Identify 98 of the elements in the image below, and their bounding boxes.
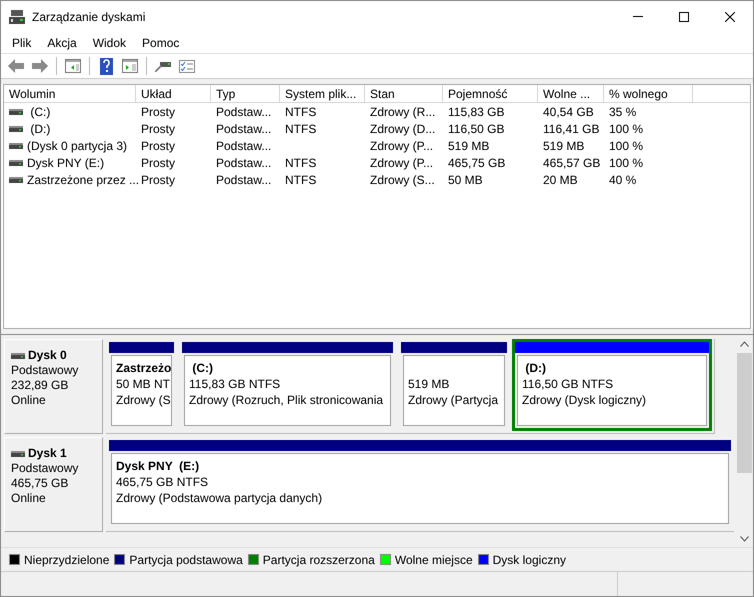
table-cell-text: Dysk PNY (E:) — [27, 154, 104, 172]
back-arrow-icon — [8, 59, 24, 73]
table-cell-text: 115,83 GB — [448, 104, 504, 120]
table-cell-text: Zdrowy (P... — [370, 154, 434, 172]
partition-size: 519 MB — [408, 376, 450, 392]
drive-icon — [9, 160, 23, 166]
drive-plug-icon — [155, 60, 171, 72]
column-header[interactable]: Typ — [211, 85, 280, 103]
table-cell-text: 40 % — [609, 172, 636, 188]
disk-size: 232,89 GB — [11, 378, 70, 393]
close-icon — [725, 12, 735, 22]
table-cell-text: Prosty — [141, 120, 176, 138]
menu-item[interactable]: Widok — [84, 32, 134, 54]
menu-item[interactable]: Pomoc — [134, 32, 188, 54]
column-header[interactable]: Pojemność — [443, 85, 538, 103]
drive-icon — [11, 450, 25, 456]
column-header[interactable]: System plik... — [280, 85, 365, 103]
table-cell-text: 116,50 GB — [448, 120, 504, 138]
table-cell-text: 100 % — [609, 154, 644, 172]
scroll-up-icon[interactable] — [740, 341, 749, 347]
table-cell-text: Zdrowy (D... — [370, 120, 436, 138]
table-cell-text: Zdrowy (R... — [370, 104, 436, 120]
partition-status: Zdrowy (Rozruch, Plik stronicowania — [189, 392, 384, 408]
forward-arrow-icon — [32, 59, 48, 73]
table-cell-text: NTFS — [285, 120, 316, 138]
scrollbar-thumb[interactable] — [737, 353, 752, 473]
table-cell-text: NTFS — [285, 104, 316, 120]
column-header[interactable]: Układ — [136, 85, 211, 103]
window-panel-icon — [65, 59, 81, 73]
window-title: Zarządzanie dyskami — [32, 8, 146, 26]
table-cell-text: NTFS — [285, 172, 316, 188]
menu-item[interactable]: Plik — [4, 32, 40, 54]
partition-status: Zdrowy (Podstawowa partycja danych) — [116, 490, 324, 506]
table-cell-text: 100 % — [609, 120, 644, 138]
drive-icon — [9, 176, 23, 182]
table-cell-text: 100 % — [609, 138, 644, 154]
legend-label: Partycja podstawowa — [129, 552, 243, 568]
legend-label: Nieprzydzielone — [24, 552, 110, 568]
table-cell-text: Podstaw... — [216, 172, 272, 188]
legend-label: Dysk logiczny — [492, 552, 566, 568]
partition-size: 115,83 GB NTFS — [189, 376, 282, 392]
partition-label: (C:) — [191, 360, 214, 376]
disk-status: Online — [11, 393, 47, 408]
table-cell-text: 20 MB — [543, 172, 578, 188]
help-icon — [100, 58, 112, 74]
drive-icon — [9, 126, 23, 132]
disk-drive-icon — [9, 10, 25, 24]
legend-label: Wolne miejsce — [394, 552, 473, 568]
table-cell-text: Podstaw... — [216, 120, 272, 138]
table-cell-text: Prosty — [141, 104, 176, 120]
disk-type: Podstawowy — [11, 461, 80, 476]
maximize-icon — [679, 12, 689, 22]
table-cell-text: 35 % — [609, 104, 636, 120]
table-cell-text: (Dysk 0 partycja 3) — [27, 138, 128, 154]
table-cell-text: Prosty — [141, 138, 176, 154]
table-cell-text: 116,41 GB — [543, 120, 600, 138]
table-cell-text: Prosty — [141, 172, 176, 188]
column-header[interactable]: Stan — [365, 85, 443, 103]
table-cell-text: NTFS — [285, 154, 316, 172]
table-cell-text: 50 MB — [448, 172, 483, 188]
disk-status: Online — [11, 491, 47, 506]
partition-block[interactable]: (D:) 116,50 GB NTFS Zdrowy (Dysk logiczny) — [512, 339, 712, 431]
table-cell-text: Zastrzeżone przez ... — [27, 172, 140, 188]
menu-item[interactable]: Akcja — [39, 32, 85, 54]
checklist-icon — [179, 60, 195, 72]
legend-label: Partycja rozszerzona — [262, 552, 375, 568]
disk-name: Dysk 1 — [28, 446, 67, 461]
partition-size: 116,50 GB NTFS — [522, 376, 614, 392]
table-cell-text: Zdrowy (S... — [370, 172, 435, 188]
disk-name: Dysk 0 — [28, 348, 67, 363]
table-cell-text: 519 MB — [448, 138, 490, 154]
table-cell-text: Prosty — [141, 154, 176, 172]
drive-icon — [9, 142, 23, 148]
table-cell-text: 40,54 GB — [543, 104, 594, 120]
partition-label: (D:) — [524, 360, 547, 376]
table-cell-text: Zdrowy (P... — [370, 138, 434, 154]
table-cell-text: Podstaw... — [216, 138, 272, 154]
partition-size: 465,75 GB NTFS — [116, 474, 210, 490]
table-cell-text: (C:) — [29, 104, 50, 120]
table-cell-text: 465,57 GB — [543, 154, 600, 172]
column-header[interactable]: Wolumin — [4, 85, 136, 103]
drive-icon — [11, 352, 25, 358]
disk-type: Podstawowy — [11, 363, 80, 378]
window-panel-icon — [122, 59, 138, 73]
partition-label: Dysk PNY (E:) — [116, 458, 200, 474]
minimize-icon — [633, 16, 643, 17]
partition-status: Zdrowy (Dysk logiczny) — [522, 392, 648, 408]
table-cell-text: (D:) — [29, 120, 50, 138]
table-cell-text: Podstaw... — [216, 154, 272, 172]
partition-status: Zdrowy (Partycja — [408, 392, 500, 408]
table-cell-text: 519 MB — [543, 138, 584, 154]
drive-icon — [9, 108, 23, 114]
disk-size: 465,75 GB — [11, 476, 70, 491]
column-header[interactable]: Wolne ... — [538, 85, 604, 103]
table-cell-text: Podstaw... — [216, 104, 272, 120]
scroll-down-icon[interactable] — [740, 536, 749, 542]
table-cell-text: 465,75 GB — [448, 154, 506, 172]
column-header[interactable]: % wolnego — [604, 85, 693, 103]
